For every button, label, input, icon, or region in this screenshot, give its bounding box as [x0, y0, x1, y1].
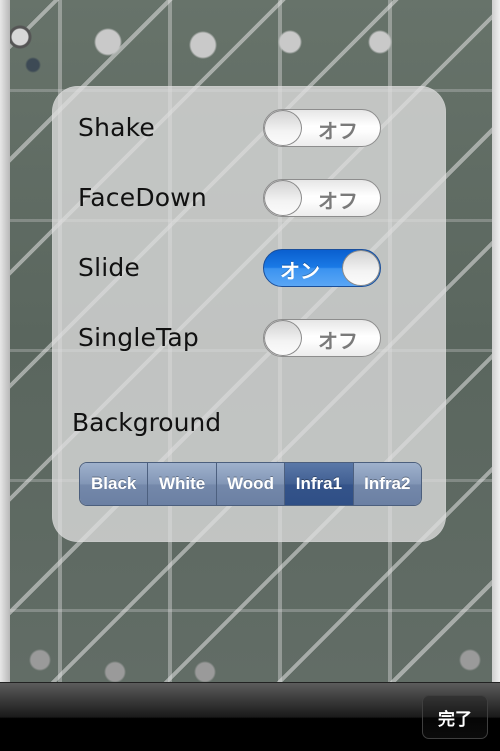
toggle-knob	[264, 110, 302, 146]
setting-label: SingleTap	[78, 323, 199, 352]
singletap-toggle[interactable]: オフ	[263, 319, 381, 357]
toggle-state-text: オン	[280, 259, 320, 283]
toggle-knob	[264, 180, 302, 216]
toggle-state-text: オフ	[318, 329, 358, 353]
settings-panel: Shake オフ FaceDown オフ Slide オン SingleTap …	[52, 86, 446, 542]
setting-row-shake: Shake オフ	[52, 103, 446, 153]
setting-label: Shake	[78, 113, 156, 142]
toggle-knob	[264, 320, 302, 356]
toggle-state-text: オフ	[318, 189, 358, 213]
setting-row-slide: Slide オン	[52, 243, 446, 293]
toggle-state-text: オフ	[318, 119, 358, 143]
setting-row-facedown: FaceDown オフ	[52, 173, 446, 223]
segment-white[interactable]: White	[148, 463, 217, 505]
setting-label: Slide	[78, 253, 141, 282]
toggle-knob	[342, 250, 380, 286]
shake-toggle[interactable]: オフ	[263, 109, 381, 147]
segment-wood[interactable]: Wood	[216, 463, 286, 505]
segment-infra1[interactable]: Infra1	[285, 463, 354, 505]
setting-label: FaceDown	[78, 183, 207, 212]
setting-row-singletap: SingleTap オフ	[52, 313, 446, 363]
background-segmented-control: Black White Wood Infra1 Infra2	[79, 462, 422, 506]
done-button[interactable]: 完了	[422, 695, 488, 739]
slide-toggle[interactable]: オン	[263, 249, 381, 287]
segment-infra2[interactable]: Infra2	[353, 463, 421, 505]
bottom-toolbar: 完了	[0, 682, 500, 751]
segment-black[interactable]: Black	[80, 463, 149, 505]
facedown-toggle[interactable]: オフ	[263, 179, 381, 217]
background-label: Background	[72, 408, 222, 437]
